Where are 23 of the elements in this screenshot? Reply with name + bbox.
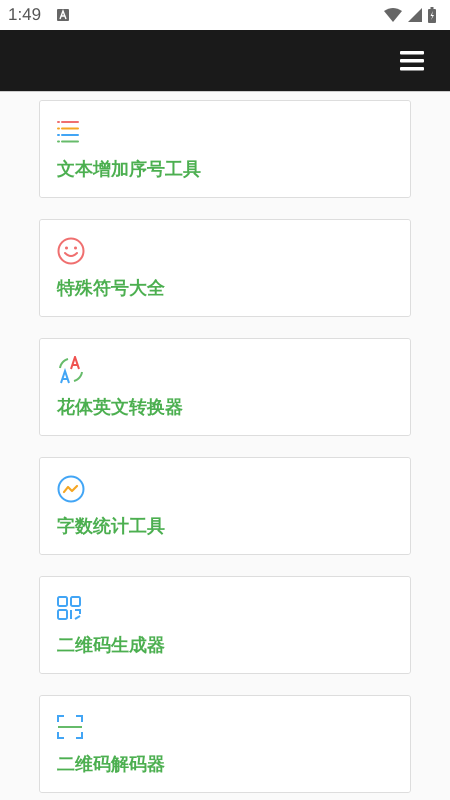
tool-title: 花体英文转换器: [57, 397, 183, 419]
wifi-icon: [384, 8, 402, 22]
tool-title: 二维码生成器: [57, 635, 165, 657]
tool-title: 字数统计工具: [57, 516, 165, 538]
translate-icon: [57, 356, 85, 384]
keyboard-notification-icon: [57, 9, 70, 21]
scan-icon: [57, 713, 83, 741]
tool-card[interactable]: 二维码解码器: [39, 695, 411, 793]
status-time: 1:49: [8, 5, 42, 25]
tool-card[interactable]: 二维码生成器: [39, 576, 411, 674]
smiley-icon: [57, 237, 85, 265]
tool-title: 特殊符号大全: [57, 278, 165, 300]
trend-icon: [57, 475, 85, 503]
tool-title: 文本增加序号工具: [57, 159, 201, 181]
tool-card[interactable]: 文本增加序号工具: [39, 100, 411, 198]
tool-card[interactable]: 花体英文转换器: [39, 338, 411, 436]
signal-icon: [408, 8, 422, 22]
tool-card[interactable]: 字数统计工具: [39, 457, 411, 555]
battery-icon: [428, 7, 436, 23]
tool-card[interactable]: 特殊符号大全: [39, 219, 411, 317]
tool-title: 二维码解码器: [57, 754, 165, 776]
menu-icon[interactable]: [400, 50, 424, 70]
qr-code-icon: [57, 594, 81, 622]
